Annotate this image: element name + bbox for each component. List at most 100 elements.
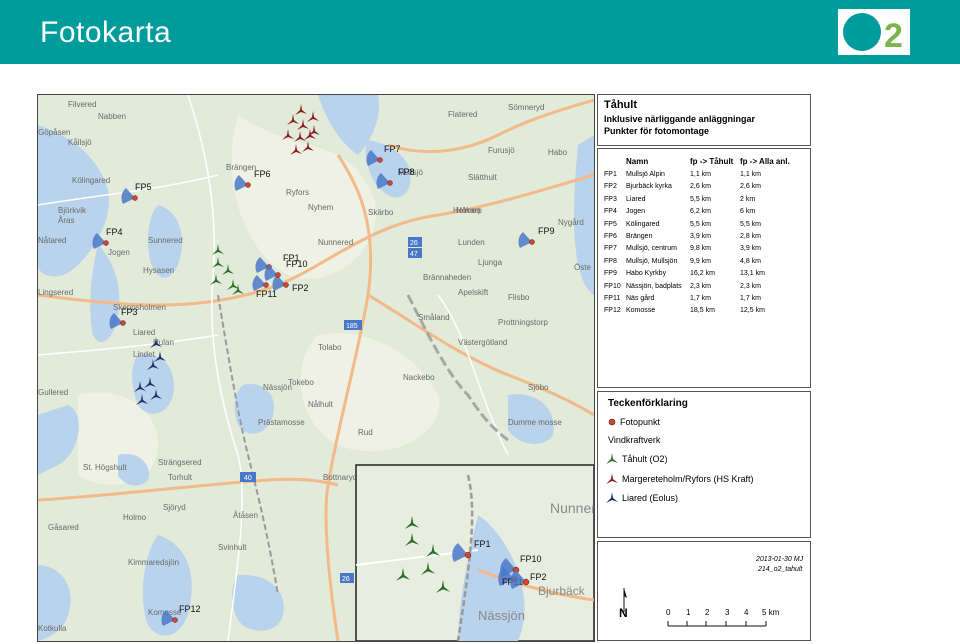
table-cell-distance: 1,7 km <box>740 295 762 302</box>
place-label: Brängen <box>226 163 256 172</box>
place-label: Skärbo <box>368 208 394 217</box>
liared-turbine-icon <box>606 492 618 503</box>
photo-point-label: FP6 <box>254 169 271 179</box>
map-canvas: 26 47 185 40 26 FilveredNabben GöpåsenKål… <box>38 95 594 641</box>
photo-point-label: FP12 <box>179 604 201 614</box>
table-cell-distance: 12,5 km <box>740 307 765 315</box>
svg-text:26: 26 <box>410 240 418 247</box>
place-label: Filvered <box>68 100 96 109</box>
place-label: Nyhem <box>308 203 334 212</box>
table-cell-id: FP5 <box>604 220 617 228</box>
table-cell-distance: 1,1 km <box>690 171 712 178</box>
table-cell-distance: 2,3 km <box>690 282 712 290</box>
place-label: Nåtared <box>38 236 66 245</box>
table-cell-distance: 3,9 km <box>690 233 712 240</box>
photo-map[interactable]: 26 47 185 40 26 Filvered Nabben Göpåsen Kål… <box>37 94 595 642</box>
place-label: Hysasen <box>143 266 174 275</box>
photo-point-label: FP10 <box>286 259 308 269</box>
table-cell-distance: 2 km <box>740 195 756 203</box>
photo-point-label: FP1 <box>474 539 491 549</box>
table-header-alla: fp -> Alla anl. <box>740 157 790 166</box>
svg-text:40: 40 <box>244 475 252 482</box>
page-title: Fotokarta <box>40 16 172 49</box>
road-shield-26b: 26 <box>340 573 354 583</box>
scale-label: 5 km <box>762 608 780 617</box>
fotopunkt-marker <box>245 182 251 188</box>
scale-bar <box>667 621 767 627</box>
place-label: Sjöryd <box>163 503 186 512</box>
table-cell-distance: 5,5 km <box>740 220 762 228</box>
place-label: Kölingared <box>72 176 110 185</box>
place-label: Nässjön <box>263 383 292 392</box>
table-cell-distance: 9,9 km <box>690 257 712 265</box>
fotopunkt-marker <box>120 320 126 326</box>
fotopunkt-marker <box>103 240 109 246</box>
scale-label: 3 <box>725 608 730 617</box>
place-label: Lingsered <box>38 288 73 297</box>
tahult-turbine-icon <box>606 453 618 464</box>
photo-point-label: FP3 <box>121 307 138 317</box>
place-label: Rud <box>358 428 373 437</box>
scale-label: 2 <box>705 608 710 617</box>
fotopunkt-marker <box>387 180 393 186</box>
svg-text:47: 47 <box>410 251 418 258</box>
place-label: Nålhult <box>308 400 334 409</box>
place-label: Kållsjö <box>68 138 92 147</box>
table-cell-name: Liared <box>626 195 646 203</box>
fotopunkt-marker <box>522 578 530 586</box>
place-label: Torhult <box>168 473 193 482</box>
margereteholm-turbine-icon <box>606 473 618 484</box>
scale-label: 4 <box>744 608 749 617</box>
place-label: Furusjö <box>488 146 515 155</box>
place-label: Sjöbo <box>528 383 549 392</box>
place-label: Kimmaredsjön <box>128 558 179 567</box>
table-cell-id: FP4 <box>604 208 617 216</box>
table-cell-name: Komosse <box>626 307 656 315</box>
photo-point-label: FP8 <box>398 167 415 177</box>
legend-title: Teckenförklaring <box>608 398 688 409</box>
svg-text:2: 2 <box>884 17 903 55</box>
photo-point-label: FP2 <box>530 572 547 582</box>
place-label: Småland <box>418 313 450 322</box>
place-label: Prottningstorp <box>498 318 548 327</box>
table-cell-distance: 2,6 km <box>690 183 712 191</box>
table-cell-distance: 6 km <box>740 208 756 216</box>
place-label: Göpåsen <box>38 128 70 137</box>
place-label: Flatered <box>448 110 477 119</box>
table-cell-name: Mullsjö, centrum <box>626 245 677 253</box>
place-label: Jogen <box>108 248 130 257</box>
place-label: Ryfors <box>286 188 309 197</box>
table-cell-name: Kölingared <box>626 220 660 228</box>
place-label: Liared <box>133 328 155 337</box>
table-header-tahult: fp -> Tåhult <box>690 157 734 166</box>
table-cell-name: Jogen <box>626 208 646 216</box>
place-label: Nabben <box>98 112 126 121</box>
place-label: Svinhult <box>218 543 247 552</box>
fotopunkt-marker <box>172 617 178 623</box>
place-label: Bottnaryd <box>323 473 357 482</box>
place-label: Slätthult <box>468 173 498 182</box>
footer-file: 214_o2_tahult <box>758 566 803 573</box>
table-cell-name: Näs gård <box>626 295 655 302</box>
photo-point-label: FP11 <box>256 289 277 299</box>
legend-tahult: Tåhult (O2) <box>622 454 668 464</box>
legend-panel: Teckenförklaring Fotopunkt Vindkraftverk… <box>597 391 811 538</box>
place-label: St. Högshult <box>83 463 127 472</box>
table-cell-name: Brängen <box>626 233 653 240</box>
table-cell-id: FP3 <box>604 195 617 203</box>
table-cell-name: Mullsjö Alpin <box>626 171 665 178</box>
place-label: Kotkulla <box>38 624 67 633</box>
table-cell-distance: 13,1 km <box>740 270 765 278</box>
photo-point-label: FP5 <box>135 182 152 192</box>
table-cell-id: FP8 <box>604 257 617 265</box>
table-cell-distance: 2,6 km <box>740 183 762 191</box>
inset-label-bjurback: Bjurbäck <box>538 584 586 598</box>
info-line1: Inklusive närliggande anläggningar <box>604 114 756 124</box>
table-cell-distance: 4,8 km <box>740 257 762 265</box>
table-cell-distance: 2,8 km <box>740 233 762 240</box>
legend-margereteholm: Margereteholm/Ryfors (HS Kraft) <box>622 474 754 484</box>
table-cell-id: FP7 <box>604 245 617 253</box>
place-label: Tolabo <box>318 343 342 352</box>
table-cell-distance: 16,2 km <box>690 270 715 278</box>
road-shield-26: 26 <box>408 237 422 247</box>
